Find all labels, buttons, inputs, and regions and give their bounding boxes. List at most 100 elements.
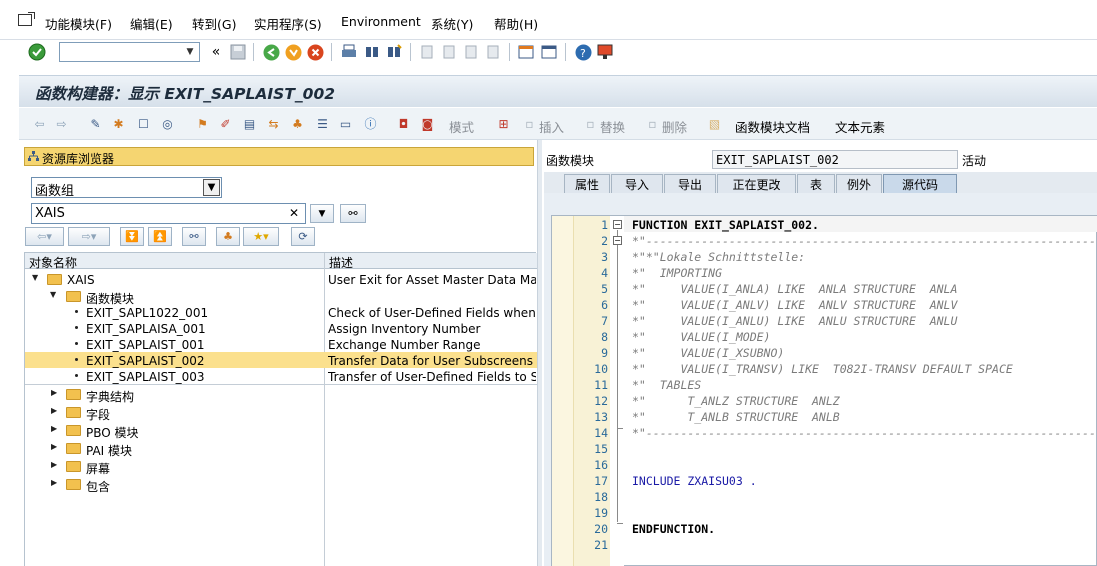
collapsed-triangle-icon[interactable]: ▶ [51, 478, 57, 487]
tab-changing[interactable]: 正在更改 [717, 174, 796, 193]
display-change-icon[interactable]: ✎ [87, 115, 104, 132]
previous-object-icon[interactable]: ⇦▾ [25, 227, 64, 246]
where-used-icon[interactable]: ✐ [217, 115, 234, 132]
menu-utilities[interactable]: 实用程序(S) [254, 14, 322, 33]
collapsed-triangle-icon[interactable]: ▶ [51, 442, 57, 451]
tree-node-pai-modules[interactable]: ▶ PAI 模块 [25, 440, 537, 458]
tab-tables[interactable]: 表 [797, 174, 835, 193]
menu-system[interactable]: 系统(Y) [431, 14, 473, 33]
last-page-icon[interactable] [484, 43, 502, 61]
clear-icon[interactable]: ✕ [289, 206, 299, 220]
collapsed-triangle-icon[interactable]: ▶ [51, 460, 57, 469]
structure-icon[interactable]: ♣ [216, 227, 240, 246]
shortcut-icon[interactable] [540, 43, 558, 61]
first-page-icon[interactable] [418, 43, 436, 61]
enter-checkmark-icon[interactable] [28, 43, 46, 61]
previous-page-icon[interactable] [440, 43, 458, 61]
documentation-icon[interactable]: ▧ [706, 115, 723, 132]
save-icon[interactable] [229, 43, 247, 61]
tab-exceptions[interactable]: 例外 [836, 174, 882, 193]
new-session-icon[interactable] [517, 43, 535, 61]
collapsed-triangle-icon[interactable]: ▶ [51, 424, 57, 433]
activate-icon[interactable]: ◎ [159, 115, 176, 132]
double-arrow-icon[interactable]: « [207, 43, 225, 61]
collapse-fold-icon[interactable]: − [613, 236, 622, 245]
delete-icon[interactable]: ▫ [644, 115, 661, 132]
menu-environment[interactable]: Environment [341, 14, 421, 29]
insert-button[interactable]: 插入 [539, 117, 564, 136]
tab-export[interactable]: 导出 [664, 174, 716, 193]
object-type-select[interactable]: 函数组 ▼ [31, 177, 222, 199]
check-icon[interactable]: ☐ [135, 115, 152, 132]
active-inactive-icon[interactable]: ✱ [110, 115, 127, 132]
menu-function-module[interactable]: 功能模块(F) [45, 14, 112, 33]
menu-edit[interactable]: 编辑(E) [130, 14, 173, 33]
list-item[interactable]: EXIT_SAPLAIST_003 Transfer of User-Defin… [25, 368, 537, 384]
menu-options-icon[interactable] [18, 12, 35, 26]
pattern-icon[interactable]: ☰ [314, 115, 331, 132]
menu-goto[interactable]: 转到(G) [192, 14, 236, 33]
delete-button[interactable]: 删除 [662, 117, 687, 136]
insert-icon[interactable]: ▫ [521, 115, 538, 132]
forward-arrow-icon[interactable]: ⇨ [53, 115, 70, 132]
function-module-doc-button[interactable]: 函数模块文档 [735, 117, 810, 136]
command-field[interactable]: ▼ [59, 42, 200, 62]
next-object-icon[interactable]: ⇨▾ [68, 227, 110, 246]
expand-all-icon[interactable]: ⏬ [120, 227, 144, 246]
cancel-icon[interactable] [306, 43, 324, 61]
expanded-triangle-icon[interactable]: ▼ [32, 273, 38, 282]
mode-button[interactable]: 模式 [449, 117, 474, 136]
replace-button[interactable]: 替换 [600, 117, 625, 136]
menu-help[interactable]: 帮助(H) [494, 14, 538, 33]
navigation-window-icon[interactable]: ⇆ [265, 115, 282, 132]
tab-import[interactable]: 导入 [611, 174, 663, 193]
chevron-down-icon[interactable]: ▼ [203, 179, 220, 196]
tree-node-pbo-modules[interactable]: ▶ PBO 模块 [25, 422, 537, 440]
tree-node-includes[interactable]: ▶ 包含 [25, 476, 537, 494]
favorites-icon[interactable]: ★▾ [243, 227, 279, 246]
pretty-printer-icon[interactable]: ▭ [337, 115, 354, 132]
column-header-description[interactable]: 描述 [325, 253, 537, 270]
repository-browser-header[interactable]: 资源库浏览器 [24, 147, 534, 166]
next-page-icon[interactable] [462, 43, 480, 61]
list-item-selected[interactable]: EXIT_SAPLAIST_002 Transfer Data for User… [25, 352, 537, 368]
chevron-down-icon[interactable]: ▼ [181, 43, 199, 61]
find-icon[interactable]: ⚯ [182, 227, 206, 246]
list-item[interactable]: EXIT_SAPLAIST_001 Exchange Number Range [25, 336, 537, 352]
list-item[interactable]: EXIT_SAPLAISA_001 Assign Inventory Numbe… [25, 320, 537, 336]
function-module-field[interactable]: EXIT_SAPLAIST_002 [712, 150, 958, 169]
tree-node-function-modules[interactable]: ▼ 函数模块 [25, 288, 537, 306]
collapse-all-icon[interactable]: ⏫ [148, 227, 172, 246]
tree-node-dictionary-structures[interactable]: ▶ 字典结构 [25, 386, 537, 404]
tree-node-function-group[interactable]: ▼ XAIS User Exit for Asset Master Data M… [25, 271, 537, 287]
tab-source-code[interactable]: 源代码 [883, 174, 957, 193]
replace-icon[interactable]: ▫ [582, 115, 599, 132]
code-editor[interactable]: − − 1 2 3 4 5 6 7 8 9 10 11 12 13 14 15 … [551, 215, 1097, 566]
hierarchy-icon[interactable]: ♣ [289, 115, 306, 132]
find-next-icon[interactable] [385, 43, 403, 61]
test-icon[interactable]: ⚑ [194, 115, 211, 132]
chevron-down-icon[interactable]: ▼ [310, 204, 334, 223]
tab-attributes[interactable]: 属性 [564, 174, 610, 193]
find-icon[interactable] [363, 43, 381, 61]
info-icon[interactable]: ⓘ [362, 115, 379, 132]
refresh-icon[interactable]: ⟳ [291, 227, 315, 246]
list-item[interactable]: EXIT_SAPL1022_001 Check of User-Defined … [25, 304, 537, 320]
layout-menu-icon[interactable] [596, 43, 614, 61]
help-icon[interactable]: ? [574, 43, 592, 61]
column-header-name[interactable]: 对象名称 [25, 253, 324, 270]
collapsed-triangle-icon[interactable]: ▶ [51, 406, 57, 415]
pattern-insert-icon[interactable]: ⊞ [495, 115, 512, 132]
exit-icon[interactable] [284, 43, 302, 61]
print-icon[interactable] [340, 43, 358, 61]
breakpoint-icon[interactable]: ◘ [395, 115, 412, 132]
session-breakpoint-icon[interactable]: ◙ [419, 115, 436, 132]
back-arrow-icon[interactable]: ⇦ [31, 115, 48, 132]
object-name-input[interactable]: XAIS ✕ [31, 203, 306, 224]
object-list-icon[interactable]: ▤ [241, 115, 258, 132]
display-binoculars-icon[interactable]: ⚯ [340, 204, 366, 223]
expanded-triangle-icon[interactable]: ▼ [50, 290, 56, 299]
collapse-fold-icon[interactable]: − [613, 220, 622, 229]
text-elements-button[interactable]: 文本元素 [835, 117, 885, 136]
collapsed-triangle-icon[interactable]: ▶ [51, 388, 57, 397]
